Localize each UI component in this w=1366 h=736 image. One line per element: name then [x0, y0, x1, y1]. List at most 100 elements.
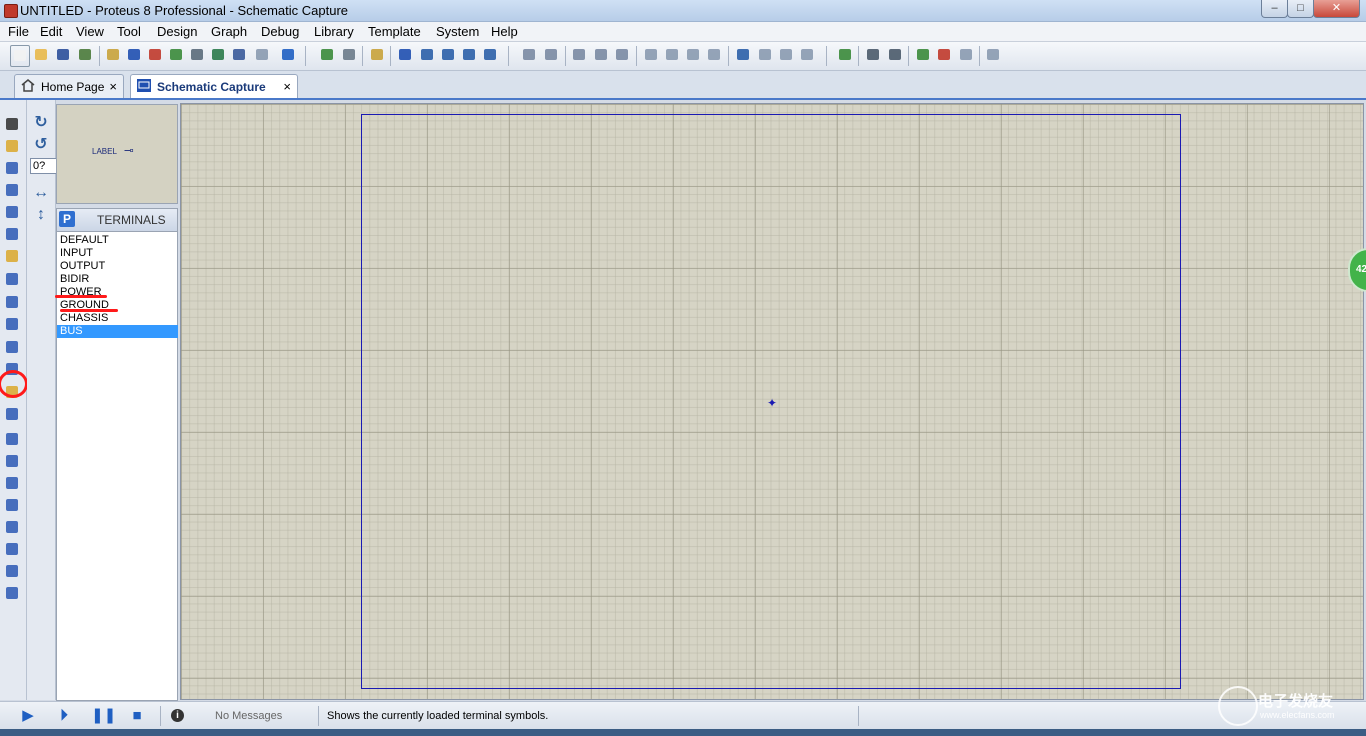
list-item[interactable]: DEFAULT	[57, 234, 178, 247]
pcb-icon[interactable]	[146, 45, 164, 65]
menu-library[interactable]: Library	[314, 24, 354, 39]
virtual-instruments-icon[interactable]	[3, 405, 21, 423]
zoom-area-icon[interactable]	[481, 45, 499, 65]
home-icon[interactable]	[104, 45, 122, 65]
mode-toolbar	[0, 100, 28, 700]
undo-icon[interactable]	[520, 45, 538, 65]
close-icon[interactable]: ×	[283, 79, 291, 94]
close-icon[interactable]: ×	[109, 79, 117, 94]
new-sheet-icon[interactable]	[914, 45, 932, 65]
subcircuit-icon[interactable]	[3, 247, 21, 265]
menu-edit[interactable]: Edit	[40, 24, 62, 39]
block-rotate-icon[interactable]	[684, 45, 702, 65]
minimize-button[interactable]: –	[1261, 0, 1288, 18]
selection-mode-icon[interactable]	[3, 115, 21, 133]
marker-icon[interactable]	[3, 584, 21, 602]
text-script-icon[interactable]	[3, 203, 21, 221]
play-icon[interactable]: ▶	[19, 708, 37, 724]
terminals-list[interactable]: DEFAULT INPUT OUTPUT BIDIR POWER GROUND …	[56, 231, 178, 701]
list-item[interactable]: INPUT	[57, 247, 178, 260]
terminals-mode-icon[interactable]	[3, 270, 21, 288]
pan-icon[interactable]	[396, 45, 414, 65]
packaging-tool-icon[interactable]	[777, 45, 795, 65]
3d-viewer-icon[interactable]	[188, 45, 206, 65]
menu-view[interactable]: View	[76, 24, 104, 39]
menu-help[interactable]: Help	[491, 24, 518, 39]
tab-home-page[interactable]: Home Page ×	[14, 74, 124, 98]
refresh-icon[interactable]	[318, 45, 336, 65]
list-item[interactable]: CHASSIS	[57, 312, 178, 325]
open-folder-icon[interactable]	[32, 45, 50, 65]
buses-icon[interactable]	[3, 225, 21, 243]
component-mode-icon[interactable]	[3, 137, 21, 155]
info-icon[interactable]: i	[171, 709, 184, 722]
decompose-icon[interactable]	[798, 45, 816, 65]
schematic-icon[interactable]	[125, 45, 143, 65]
menu-template[interactable]: Template	[368, 24, 421, 39]
menu-tool[interactable]: Tool	[117, 24, 141, 39]
notes-icon[interactable]	[253, 45, 271, 65]
block-move-icon[interactable]	[663, 45, 681, 65]
list-item[interactable]: BIDIR	[57, 273, 178, 286]
menu-debug[interactable]: Debug	[261, 24, 299, 39]
close-button[interactable]: ✕	[1313, 0, 1360, 18]
pick-device-icon[interactable]	[734, 45, 752, 65]
rotation-angle-input[interactable]: 0?	[30, 158, 58, 174]
recorder-icon[interactable]	[3, 338, 21, 356]
import-icon[interactable]	[76, 45, 94, 65]
search-icon[interactable]	[864, 45, 882, 65]
tab-schematic-capture[interactable]: Schematic Capture ×	[130, 74, 298, 98]
mirror-horizontal-icon[interactable]: ↔	[32, 184, 50, 202]
box-icon[interactable]	[3, 452, 21, 470]
device-pins-icon[interactable]	[3, 293, 21, 311]
property-assignment-icon[interactable]	[886, 45, 904, 65]
rotate-anticlockwise-icon[interactable]: ↺	[32, 136, 50, 154]
symbol-icon[interactable]	[3, 562, 21, 580]
list-item-selected[interactable]: BUS	[57, 325, 178, 338]
paste-icon[interactable]	[613, 45, 631, 65]
origin-icon[interactable]	[368, 45, 386, 65]
zoom-all-icon[interactable]	[460, 45, 478, 65]
pause-icon[interactable]: ❚❚	[91, 708, 116, 724]
stop-icon[interactable]: ■	[128, 708, 146, 724]
copy-icon[interactable]	[592, 45, 610, 65]
pick-devices-button[interactable]: P	[59, 211, 75, 227]
junction-dot-icon[interactable]	[3, 159, 21, 177]
source-code-icon[interactable]	[230, 45, 248, 65]
wire-label-icon[interactable]	[3, 181, 21, 199]
design-explorer-icon[interactable]	[984, 45, 1002, 65]
grid-icon[interactable]	[340, 45, 358, 65]
schematic-canvas[interactable]: ✦	[180, 103, 1364, 700]
gerber-icon[interactable]	[167, 45, 185, 65]
list-item[interactable]: OUTPUT	[57, 260, 178, 273]
block-copy-icon[interactable]	[642, 45, 660, 65]
zoom-in-icon[interactable]	[418, 45, 436, 65]
save-icon[interactable]	[54, 45, 72, 65]
circle-icon[interactable]	[3, 474, 21, 492]
make-device-icon[interactable]	[756, 45, 774, 65]
rotate-clockwise-icon[interactable]: ↻	[32, 114, 50, 132]
maximize-button[interactable]: □	[1287, 0, 1314, 18]
block-delete-icon[interactable]	[705, 45, 723, 65]
zoom-out-icon[interactable]	[439, 45, 457, 65]
graph-mode-icon[interactable]	[3, 315, 21, 333]
menu-system[interactable]: System	[436, 24, 479, 39]
arc-icon[interactable]	[3, 496, 21, 514]
menu-file[interactable]: File	[8, 24, 29, 39]
new-file-icon[interactable]	[10, 45, 30, 67]
mirror-vertical-icon[interactable]: ↕	[32, 206, 50, 224]
exit-to-parent-icon[interactable]	[957, 45, 975, 65]
line-icon[interactable]	[3, 430, 21, 448]
path-icon[interactable]	[3, 518, 21, 536]
menu-design[interactable]: Design	[157, 24, 197, 39]
remove-sheet-icon[interactable]	[935, 45, 953, 65]
menu-graph[interactable]: Graph	[211, 24, 247, 39]
wire-autorouter-icon[interactable]	[836, 45, 854, 65]
overview-preview[interactable]: LABEL	[56, 104, 178, 204]
bom-icon[interactable]	[209, 45, 227, 65]
help-icon[interactable]	[279, 45, 297, 65]
text-icon[interactable]	[3, 540, 21, 558]
redo-icon[interactable]	[542, 45, 560, 65]
step-icon[interactable]: ⏵	[55, 708, 73, 724]
cut-icon[interactable]	[570, 45, 588, 65]
